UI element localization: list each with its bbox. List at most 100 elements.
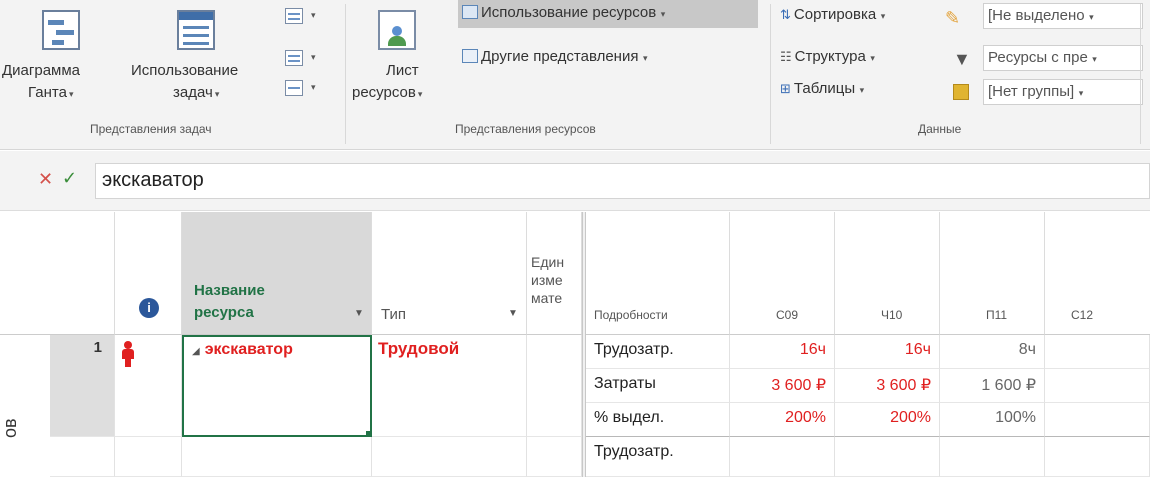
data-group-label: Данные — [918, 122, 962, 136]
day-label: С09 — [776, 308, 799, 322]
task-usage-button[interactable]: Использование задач ▾ — [125, 0, 275, 118]
chevron-down-icon[interactable]: ▼ — [354, 308, 364, 319]
highlight-dropdown[interactable]: [Не выделено ▾ — [983, 3, 1143, 29]
chevron-down-icon: ▾ — [878, 11, 886, 21]
sort-button[interactable]: ⇅ Сортировка ▾ — [780, 6, 935, 30]
units-header-line3: мате — [531, 290, 563, 306]
work-value[interactable]: 16ч — [730, 335, 835, 369]
select-all-corner[interactable] — [0, 212, 50, 335]
entry-input[interactable]: экскаватор — [95, 163, 1150, 199]
gantt-chart-button[interactable]: Диаграмма Ганта ▾ — [0, 0, 120, 118]
chevron-down-icon: ▾ — [311, 52, 316, 62]
gantt-chart-icon — [42, 10, 80, 50]
row-id[interactable] — [50, 437, 115, 477]
row-id-header[interactable] — [50, 212, 115, 335]
work-value[interactable] — [940, 437, 1045, 477]
cancel-entry-icon[interactable]: ✕ — [38, 169, 53, 190]
units-header-line2: изме — [531, 272, 563, 288]
row-id[interactable]: 1 — [50, 335, 115, 437]
chevron-down-icon: ▾ — [658, 9, 666, 19]
outline-button[interactable]: ☷ Структура ▾ — [780, 48, 930, 72]
highlight-icon: ✎ — [945, 8, 961, 28]
resource-sheet-button[interactable]: Лист ресурсов ▾ — [350, 0, 445, 118]
units-cell[interactable] — [527, 335, 582, 437]
work-value[interactable] — [1045, 335, 1150, 369]
resource-views-group-label: Представления ресурсов — [455, 122, 596, 136]
indicators-header[interactable]: i — [115, 212, 182, 335]
type-cell[interactable] — [372, 437, 527, 477]
tables-icon: ⊞ — [780, 81, 791, 96]
sort-label: Сортировка — [793, 6, 877, 23]
gantt-label-line2: Ганта — [28, 84, 67, 101]
allocation-value[interactable]: 100% — [940, 403, 1045, 437]
detail-label: Затраты — [586, 369, 730, 403]
group-by-dropdown[interactable]: [Нет группы] ▾ — [983, 79, 1143, 105]
resource-sheet-icon — [378, 10, 416, 50]
view-small-button-3[interactable]: ▾ — [285, 80, 330, 102]
task-usage-label-line1: Использование — [131, 62, 239, 79]
detail-label: % выдел. — [586, 403, 730, 437]
day-header-2[interactable]: П11 — [940, 212, 1045, 335]
day-header-3[interactable]: С12 — [1045, 212, 1150, 335]
cost-value[interactable] — [1045, 369, 1150, 403]
task-usage-icon — [177, 10, 215, 50]
resource-sheet-label-line2: ресурсов — [352, 84, 416, 101]
day-label: С12 — [1071, 308, 1094, 322]
tables-button[interactable]: ⊞ Таблицы ▾ — [780, 80, 930, 104]
work-value[interactable] — [730, 437, 835, 477]
allocation-value[interactable] — [1045, 403, 1150, 437]
units-cell[interactable] — [527, 437, 582, 477]
work-value[interactable] — [835, 437, 940, 477]
overallocated-person-icon — [124, 341, 132, 349]
group-separator — [1140, 4, 1141, 144]
highlight-value: [Не выделено — [988, 7, 1085, 24]
collapse-triangle-icon[interactable]: ◢ — [192, 346, 200, 357]
resource-name-cell[interactable]: ◢ экскаватор — [182, 335, 372, 437]
view-bar-label: ов — [0, 418, 20, 438]
resource-usage-grid: i Название ресурса ▼ Тип ▼ Един изме мат… — [0, 212, 1150, 477]
allocation-value[interactable]: 200% — [730, 403, 835, 437]
day-label: П11 — [986, 308, 1008, 322]
chevron-down-icon[interactable]: ▼ — [508, 308, 518, 319]
cost-value[interactable]: 3 600 ₽ — [835, 369, 940, 403]
confirm-entry-icon[interactable]: ✓ — [62, 168, 77, 189]
info-icon: i — [139, 298, 159, 318]
detail-label: Трудозатр. — [586, 335, 730, 369]
day-header-1[interactable]: Ч10 — [835, 212, 940, 335]
work-value[interactable]: 8ч — [940, 335, 1045, 369]
other-views-label: Другие представления — [481, 48, 639, 65]
fill-handle[interactable] — [366, 431, 370, 435]
other-views-button[interactable]: Другие представления ▾ — [462, 48, 742, 72]
resource-usage-label: Использование ресурсов — [481, 4, 657, 21]
type-header[interactable]: Тип ▼ — [372, 212, 527, 335]
work-value[interactable] — [1045, 437, 1150, 477]
view-small-button-1[interactable]: ▾ — [285, 8, 330, 30]
detail-label: Трудозатр. — [586, 437, 730, 477]
chevron-down-icon: ▾ — [867, 53, 875, 63]
work-value[interactable]: 16ч — [835, 335, 940, 369]
day-header-0[interactable]: С09 — [730, 212, 835, 335]
group-by-value: [Нет группы] — [988, 83, 1075, 100]
view-small-button-2[interactable]: ▾ — [285, 50, 330, 72]
chevron-down-icon: ▾ — [214, 89, 220, 99]
allocation-value[interactable]: 200% — [835, 403, 940, 437]
day-label: Ч10 — [881, 308, 903, 322]
outline-label: Структура — [794, 48, 866, 65]
resource-name-header[interactable]: Название ресурса ▼ — [182, 212, 372, 335]
details-header: Подробности — [586, 212, 730, 335]
resource-name-header-line2: ресурса — [194, 304, 254, 321]
cost-value[interactable]: 1 600 ₽ — [940, 369, 1045, 403]
resource-sheet-label-line1: Лист — [386, 62, 419, 79]
filter-dropdown[interactable]: Ресурсы с пре ▾ — [983, 45, 1143, 71]
form-view-icon — [285, 50, 303, 66]
cost-value[interactable]: 3 600 ₽ — [730, 369, 835, 403]
chevron-down-icon: ▾ — [857, 85, 865, 95]
chevron-down-icon: ▾ — [1089, 54, 1097, 64]
type-cell[interactable]: Трудовой — [372, 335, 527, 437]
chevron-down-icon: ▾ — [417, 89, 423, 99]
resource-usage-button[interactable]: Использование ресурсов ▾ — [458, 0, 758, 28]
resource-name-cell[interactable] — [182, 437, 372, 477]
group-separator — [770, 4, 771, 144]
details-header-label: Подробности — [594, 308, 668, 322]
units-header[interactable]: Един изме мате — [527, 212, 582, 335]
